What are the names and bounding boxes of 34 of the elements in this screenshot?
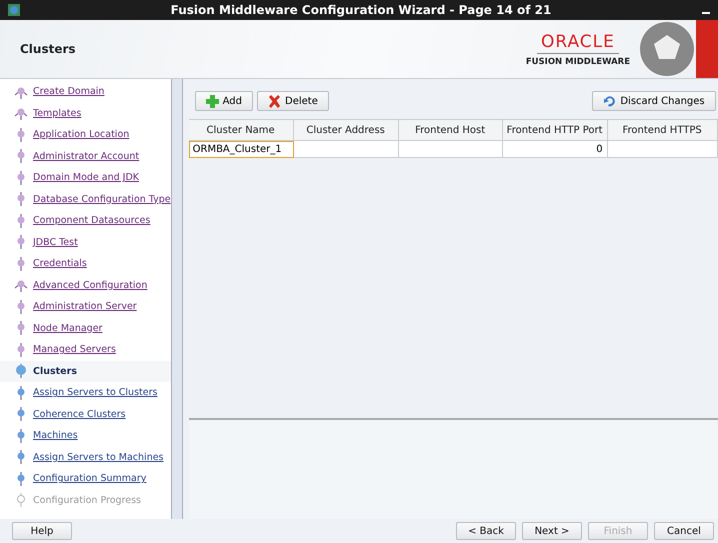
app-icon bbox=[8, 4, 20, 16]
window-title: Fusion Middleware Configuration Wizard - Page 14 of 21 bbox=[170, 3, 552, 17]
wizard-button[interactable]: < Back bbox=[456, 522, 516, 540]
column-header[interactable]: Cluster Name bbox=[188, 119, 294, 141]
wizard-button[interactable]: Cancel bbox=[654, 522, 714, 540]
column-header[interactable]: Cluster Address bbox=[294, 119, 399, 141]
page-title: Clusters bbox=[20, 42, 77, 56]
table-cell[interactable] bbox=[608, 141, 718, 158]
table-cell[interactable]: 0 bbox=[502, 141, 608, 158]
step-node-icon bbox=[14, 493, 28, 508]
column-header[interactable]: Frontend HTTP Port bbox=[502, 119, 608, 141]
undo-icon bbox=[603, 94, 616, 108]
table-cell[interactable] bbox=[294, 141, 399, 158]
discard-button[interactable]: Discard Changes bbox=[592, 91, 716, 111]
branch-node-icon bbox=[14, 84, 28, 99]
scrollbar[interactable] bbox=[170, 79, 182, 519]
column-header[interactable]: Frontend Host bbox=[398, 119, 503, 141]
plus-icon bbox=[206, 94, 219, 108]
wizard-button[interactable]: Help bbox=[12, 522, 72, 540]
branch-node-icon bbox=[14, 106, 28, 120]
product-name: FUSION MIDDLEWARE bbox=[526, 56, 630, 66]
cross-icon bbox=[268, 94, 281, 108]
brand-logo: ORACLE bbox=[536, 32, 619, 54]
table-cell[interactable]: ORMBA_Cluster_1 bbox=[188, 141, 294, 158]
branch-node-icon bbox=[14, 278, 28, 292]
step-node-icon bbox=[14, 364, 28, 378]
wizard-button[interactable]: Next > bbox=[522, 522, 582, 540]
banner-stripe bbox=[696, 20, 718, 78]
step-item[interactable]: Clusters bbox=[0, 360, 171, 382]
delete-button[interactable]: Delete bbox=[257, 91, 329, 111]
pentagon-emblem-icon bbox=[638, 20, 696, 78]
table-cell[interactable] bbox=[398, 141, 503, 158]
add-button[interactable]: Add bbox=[194, 91, 253, 111]
column-header[interactable]: Frontend HTTPS bbox=[608, 119, 718, 141]
